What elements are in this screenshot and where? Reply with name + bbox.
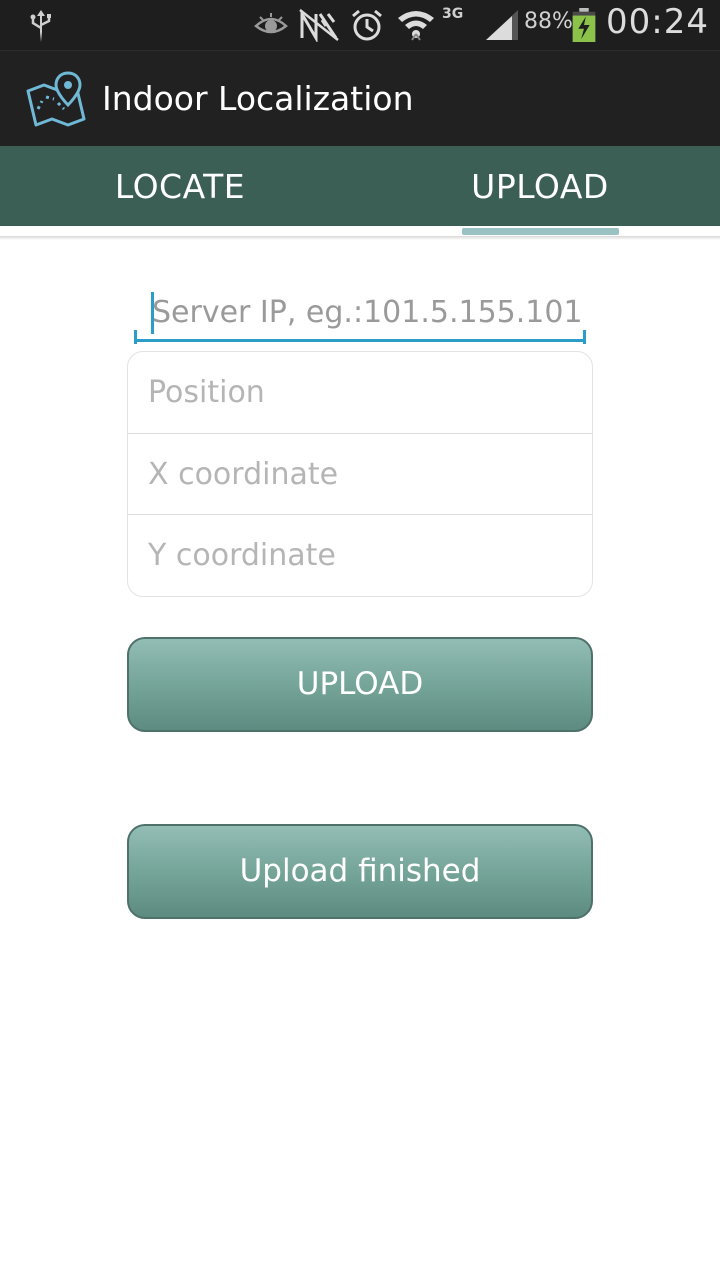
x-coordinate-input[interactable]: [128, 433, 592, 514]
tab-selected-indicator: [462, 228, 619, 235]
tab-locate[interactable]: LOCATE: [0, 146, 360, 226]
action-bar: Indoor Localization: [0, 50, 720, 147]
signal-icon: [486, 10, 518, 40]
clock: 00:24: [606, 2, 709, 42]
server-ip-underline-left: [134, 330, 137, 344]
server-ip-input[interactable]: [134, 290, 586, 342]
text-cursor: [151, 292, 154, 334]
tab-locate-label: LOCATE: [114, 167, 246, 206]
tab-upload[interactable]: UPLOAD: [360, 146, 720, 226]
network-type-label: 3G: [442, 6, 464, 22]
position-input[interactable]: [128, 352, 592, 433]
coordinate-form: [127, 351, 593, 597]
no-signal-icon: [299, 8, 339, 42]
battery-percent: 88%: [524, 9, 573, 34]
tab-bar: LOCATE UPLOAD: [0, 146, 720, 226]
tab-upload-label: UPLOAD: [471, 167, 609, 206]
status-bar: 3G 88% 00:24: [0, 0, 720, 50]
tab-divider: [0, 236, 720, 240]
alarm-icon: [352, 9, 382, 41]
server-ip-underline-right: [583, 330, 586, 344]
map-pin-icon: [26, 71, 86, 127]
y-coordinate-input[interactable]: [128, 514, 592, 595]
usb-icon: [30, 10, 51, 42]
app-title: Indoor Localization: [102, 79, 414, 118]
upload-status-button[interactable]: Upload finished: [127, 824, 593, 919]
eye-icon: [254, 13, 288, 34]
wifi-icon: [398, 11, 434, 41]
upload-button[interactable]: UPLOAD: [127, 637, 593, 732]
battery-charging-icon: [572, 8, 596, 42]
